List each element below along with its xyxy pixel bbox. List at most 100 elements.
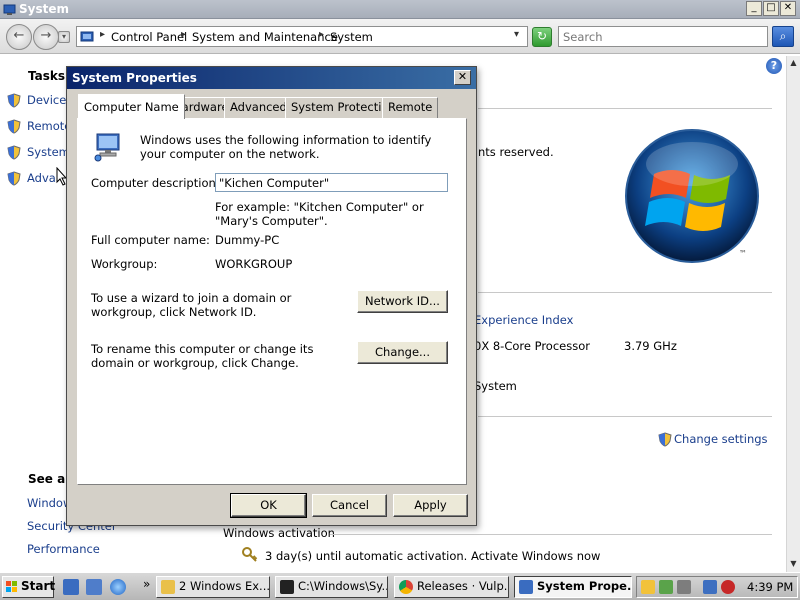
tasks-heading: Tasks xyxy=(28,69,66,83)
activation-heading: Windows activation xyxy=(223,526,335,540)
taskbar-button-label: Releases · Vulp... xyxy=(417,579,509,593)
see-also-performance[interactable]: Performance xyxy=(27,542,100,556)
task-remote-settings[interactable]: Remote xyxy=(27,119,71,133)
taskbar: Start » 2 Windows Ex... C:\Windows\Sy...… xyxy=(0,572,800,600)
taskbar-button-label: 2 Windows Ex... xyxy=(179,579,270,593)
apply-button[interactable]: Apply xyxy=(393,494,468,517)
svg-text:™: ™ xyxy=(739,249,747,258)
dialog-title-bar[interactable]: System Properties ✕ xyxy=(67,67,476,89)
windows-flag-icon xyxy=(6,581,17,592)
uac-shield-icon xyxy=(7,93,21,108)
vertical-scrollbar[interactable]: ▲ ▼ xyxy=(786,56,800,572)
rename-text: To rename this computer or change its do… xyxy=(91,342,314,370)
taskbar-command-prompt[interactable]: C:\Windows\Sy... xyxy=(275,576,388,598)
change-button[interactable]: Change... xyxy=(357,341,448,364)
recent-pages-dropdown[interactable]: ▾ xyxy=(58,31,70,43)
search-icon: ⌕ xyxy=(779,29,787,43)
tab-advanced[interactable]: Advanced xyxy=(224,97,293,118)
forward-button[interactable]: → xyxy=(33,24,59,50)
section-divider xyxy=(478,108,772,109)
tab-remote[interactable]: Remote xyxy=(382,97,439,118)
computer-icon xyxy=(94,133,120,162)
workgroup-value: WORKGROUP xyxy=(215,257,293,271)
folder-icon xyxy=(161,580,175,594)
explorer-icon[interactable] xyxy=(86,579,102,595)
dialog-close-button[interactable]: ✕ xyxy=(454,70,471,85)
system-icon xyxy=(3,4,16,15)
chrome-icon xyxy=(399,580,413,594)
task-system-protection[interactable]: System xyxy=(27,145,70,159)
start-button[interactable]: Start xyxy=(2,576,56,598)
full-name-value: Dummy-PC xyxy=(215,233,280,247)
example-text: For example: "Kitchen Computer" or "Mary… xyxy=(215,200,424,228)
ok-button[interactable]: OK xyxy=(230,493,307,518)
system-tray: 4:39 PM xyxy=(636,576,798,598)
uac-shield-icon xyxy=(7,119,21,134)
start-label: Start xyxy=(21,579,56,593)
search-input[interactable]: Search xyxy=(558,26,768,47)
breadcrumb-control-panel[interactable]: Control Panel xyxy=(111,30,187,44)
taskbar-system-properties[interactable]: System Prope... xyxy=(514,576,632,598)
show-desktop-icon[interactable] xyxy=(63,579,79,595)
cancel-button[interactable]: Cancel xyxy=(312,494,387,517)
dialog-title: System Properties xyxy=(72,71,197,85)
uac-shield-icon xyxy=(658,432,672,447)
breadcrumb-system[interactable]: System xyxy=(330,30,373,44)
copyright-text: nts reserved. xyxy=(478,145,554,159)
computer-description-input[interactable] xyxy=(215,173,448,192)
refresh-icon: ↻ xyxy=(536,29,548,43)
section-divider xyxy=(478,292,772,293)
minimize-button[interactable]: _ xyxy=(746,1,762,16)
tab-computer-name[interactable]: Computer Name xyxy=(78,94,185,119)
description-label: Computer description: xyxy=(91,176,220,190)
uac-shield-icon xyxy=(7,171,21,186)
processor-speed: 3.79 GHz xyxy=(624,339,677,353)
maximize-button[interactable]: □ xyxy=(763,1,779,16)
key-icon xyxy=(242,547,258,562)
back-button[interactable]: ← xyxy=(6,24,32,50)
refresh-button[interactable]: ↻ xyxy=(532,27,552,47)
control-panel-icon xyxy=(80,31,94,42)
chevron-right-icon[interactable]: ▸ xyxy=(319,29,324,40)
processor-value: 0X 8-Core Processor xyxy=(474,339,590,353)
volume-muted-icon[interactable] xyxy=(721,580,735,594)
search-button[interactable]: ⌕ xyxy=(772,26,794,47)
address-bar[interactable]: ▸ Control Panel ▸ System and Maintenance… xyxy=(76,26,528,47)
internet-explorer-icon[interactable] xyxy=(110,579,126,595)
taskbar-chrome[interactable]: Releases · Vulp... xyxy=(394,576,509,598)
system-properties-dialog: System Properties ✕ Computer Name Hardwa… xyxy=(66,66,477,526)
network-id-button[interactable]: Network ID... xyxy=(357,290,448,313)
chevron-right-icon[interactable]: ▸ xyxy=(100,29,105,40)
scroll-up-arrow[interactable]: ▲ xyxy=(789,58,798,67)
help-button[interactable]: ? xyxy=(766,58,782,74)
security-center-icon[interactable] xyxy=(659,580,673,594)
quick-launch-overflow[interactable]: » xyxy=(143,577,150,591)
scroll-down-arrow[interactable]: ▼ xyxy=(789,559,798,568)
intro-text: Windows uses the following information t… xyxy=(140,133,432,161)
section-divider xyxy=(478,416,772,417)
system-type-value: System xyxy=(474,379,517,393)
device-icon[interactable] xyxy=(677,580,691,594)
console-icon xyxy=(280,580,294,594)
navigation-bar: ← → ▾ ▸ Control Panel ▸ System and Maint… xyxy=(0,19,800,54)
close-window-button[interactable]: ✕ xyxy=(780,1,796,16)
taskbar-button-label: C:\Windows\Sy... xyxy=(298,579,388,593)
network-icon[interactable] xyxy=(703,580,717,594)
windows-logo: ™ xyxy=(625,129,759,263)
full-name-label: Full computer name: xyxy=(91,233,210,247)
chevron-right-icon[interactable]: ▸ xyxy=(181,29,186,40)
section-divider xyxy=(330,534,772,535)
chevron-down-icon[interactable]: ▾ xyxy=(514,29,519,40)
computer-name-panel: Windows uses the following information t… xyxy=(77,118,467,485)
experience-index-link[interactable]: Experience Index xyxy=(474,313,573,327)
breadcrumb-system-maintenance[interactable]: System and Maintenance xyxy=(192,30,338,44)
change-settings-link[interactable]: Change settings xyxy=(674,432,768,446)
workgroup-label: Workgroup: xyxy=(91,257,158,271)
clock[interactable]: 4:39 PM xyxy=(747,580,793,594)
window-title-bar[interactable]: System _ □ ✕ xyxy=(0,0,800,19)
activation-text[interactable]: 3 day(s) until automatic activation. Act… xyxy=(265,549,600,563)
wizard-text: To use a wizard to join a domain or work… xyxy=(91,291,292,319)
security-shield-icon[interactable] xyxy=(641,580,655,594)
taskbar-button-label: System Prope... xyxy=(537,579,632,593)
taskbar-windows-explorer[interactable]: 2 Windows Ex... xyxy=(156,576,270,598)
